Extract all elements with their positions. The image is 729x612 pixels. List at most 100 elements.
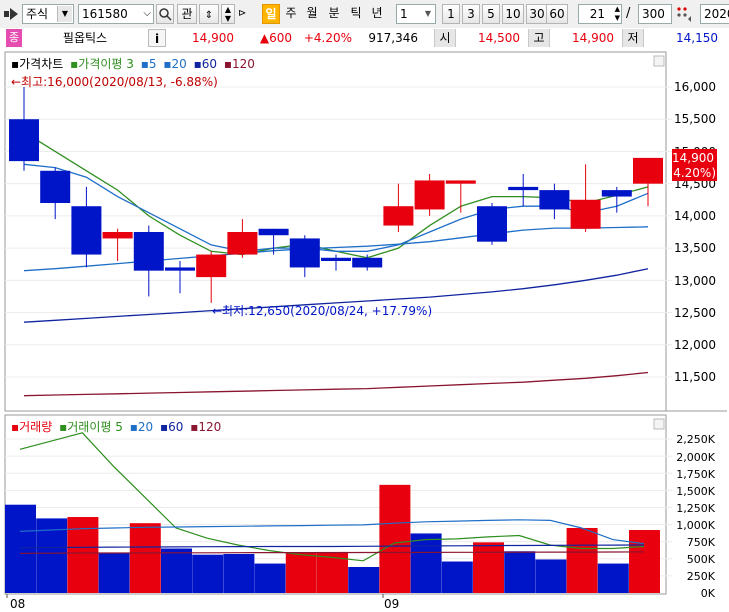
candle-body (383, 206, 414, 226)
x-axis-label: 09 (384, 597, 399, 611)
change-percent: +4.20% (303, 31, 352, 45)
chevron-down-icon[interactable]: ⌵ (143, 5, 151, 23)
candle-body (539, 190, 570, 210)
price-tick-label: 15,500 (674, 112, 716, 126)
legend-volume: 거래량 (19, 420, 52, 434)
volume-tick-label: 0K (701, 587, 716, 600)
volume-bar (410, 533, 442, 593)
candle-body (133, 232, 164, 271)
spin-button[interactable]: ▲ ▼ (221, 4, 235, 24)
candle-body (477, 206, 507, 242)
legend-vol-ma5: 거래이평 5 (67, 420, 123, 434)
period-day-button[interactable]: 일 (262, 4, 280, 24)
spin-arrows-icon[interactable]: ▲ ▼ (615, 5, 620, 23)
candle-body (71, 206, 102, 255)
volume-bar (566, 527, 598, 593)
volume-panel-close-button[interactable] (653, 418, 665, 430)
volume-tick-label: 750K (687, 536, 716, 549)
interval-60-button[interactable]: 60 (546, 4, 568, 24)
volume-bar (5, 504, 36, 593)
period-minute-button[interactable]: 분 (325, 4, 343, 24)
interval-1-button[interactable]: 1 (442, 4, 460, 24)
total-count-input[interactable]: 300 (638, 4, 672, 24)
legend-ma60: 60 (202, 57, 217, 71)
volume-bar (161, 548, 192, 593)
volume-tick-label: 1,750K (676, 468, 715, 481)
legend-ma3: 가격이평 3 (78, 57, 134, 71)
candle-body (102, 232, 133, 239)
interval-select[interactable]: 1 ▼ (396, 4, 436, 24)
current-price-tag-value: 14,900 (672, 151, 714, 165)
sync-icon: ⇕ (204, 10, 214, 21)
candle-body (165, 267, 195, 271)
candle-body (258, 228, 289, 236)
volume-tick-label: 2,000K (676, 451, 715, 464)
volume-bar (223, 553, 255, 593)
interval-10-button[interactable]: 10 (502, 4, 524, 24)
volume-tick-label: 250K (687, 570, 716, 583)
toolbar: 주식 ▼ 161580 ⌵ 관 ⇕ ▲ ▼ ⊳ 일 주 월 분 틱 년 1 ▼ 1… (0, 0, 729, 29)
volume-bar (535, 559, 567, 593)
count-input[interactable]: 21 ▲ ▼ (578, 4, 622, 24)
legend-ma20: 20 (171, 57, 186, 71)
volume-legend: ▪거래량 ▪거래이평 5 ▪20 ▪60 ▪120 (11, 420, 221, 434)
trade-volume: 917,346 (368, 31, 418, 45)
price-tick-label: 11,500 (674, 370, 716, 384)
sync-button[interactable]: ⇕ (199, 4, 219, 24)
info-button[interactable]: i (148, 29, 166, 47)
low-price: 14,150 (676, 31, 718, 45)
search-button[interactable] (156, 4, 174, 24)
candle-body (601, 190, 632, 197)
market-select[interactable]: 주식 ▼ (22, 4, 74, 24)
volume-bar (504, 551, 536, 593)
count-separator: / (626, 6, 631, 21)
scroll-right-icon[interactable]: ⊳ (238, 8, 246, 19)
current-price-tag-pct: (4.20%) (669, 166, 716, 180)
volume-tick-label: 1,000K (676, 519, 715, 532)
price-tick-label: 12,500 (674, 306, 716, 320)
stock-name: 필옵틱스 (62, 31, 108, 45)
stock-code-input[interactable]: 161580 ⌵ (78, 4, 154, 24)
price-tick-label: 14,000 (674, 209, 716, 223)
volume-tick-label: 500K (687, 553, 716, 566)
price-legend: ▪가격차트 ▪가격이평 3 ▪5 ▪20 ▪60 ▪120 (11, 57, 255, 71)
legend-price-chart: 가격차트 (19, 57, 63, 71)
volume-bar (348, 566, 380, 593)
legend-ma5: 5 (149, 57, 157, 71)
dropdown-arrow-icon[interactable]: ▼ (57, 6, 72, 22)
open-label: 시 (434, 29, 456, 47)
volume-bar (597, 563, 629, 593)
candle-body (321, 257, 351, 261)
stock-chart[interactable]: ▪가격차트 ▪가격이평 3 ▪5 ▪20 ▪60 ▪120 ←최고:16,000… (0, 48, 729, 612)
legend-ma120: 120 (232, 57, 255, 71)
volume-bar (629, 530, 660, 593)
search-icon (159, 8, 172, 21)
date-input[interactable]: 2020 (700, 4, 729, 24)
candle-body (570, 199, 601, 229)
period-month-button[interactable]: 월 (303, 4, 321, 24)
interval-3-button[interactable]: 3 (462, 4, 480, 24)
link-arrow-icon[interactable] (4, 7, 20, 21)
candle-body (414, 180, 445, 210)
high-label: 고 (528, 29, 550, 47)
period-week-button[interactable]: 주 (282, 4, 300, 24)
price-tick-label: 12,000 (674, 338, 716, 352)
price-panel-close-button[interactable] (653, 55, 665, 67)
interest-button[interactable]: 관 (177, 4, 197, 24)
candle-body (196, 254, 227, 278)
period-year-button[interactable]: 년 (368, 4, 386, 24)
price-tick-label: 13,500 (674, 241, 716, 255)
high-annotation: ←최고:16,000(2020/08/13, -6.88%) (11, 75, 218, 89)
candle-body (633, 157, 663, 184)
volume-bar (192, 554, 224, 593)
candle-body (40, 170, 71, 203)
interval-30-button[interactable]: 30 (526, 4, 548, 24)
dropdown-arrow-icon[interactable]: ▼ (422, 6, 434, 22)
volume-bar (98, 553, 130, 593)
interval-5-button[interactable]: 5 (482, 4, 500, 24)
price-change: ▲600 (259, 31, 292, 45)
quote-bar: 종 필옵틱스 i 14,900 ▲600 +4.20% 917,346 시 14… (0, 28, 729, 49)
price-panel[interactable] (4, 51, 667, 412)
period-tick-button[interactable]: 틱 (347, 4, 365, 24)
chart-tools-icon[interactable] (675, 5, 691, 23)
